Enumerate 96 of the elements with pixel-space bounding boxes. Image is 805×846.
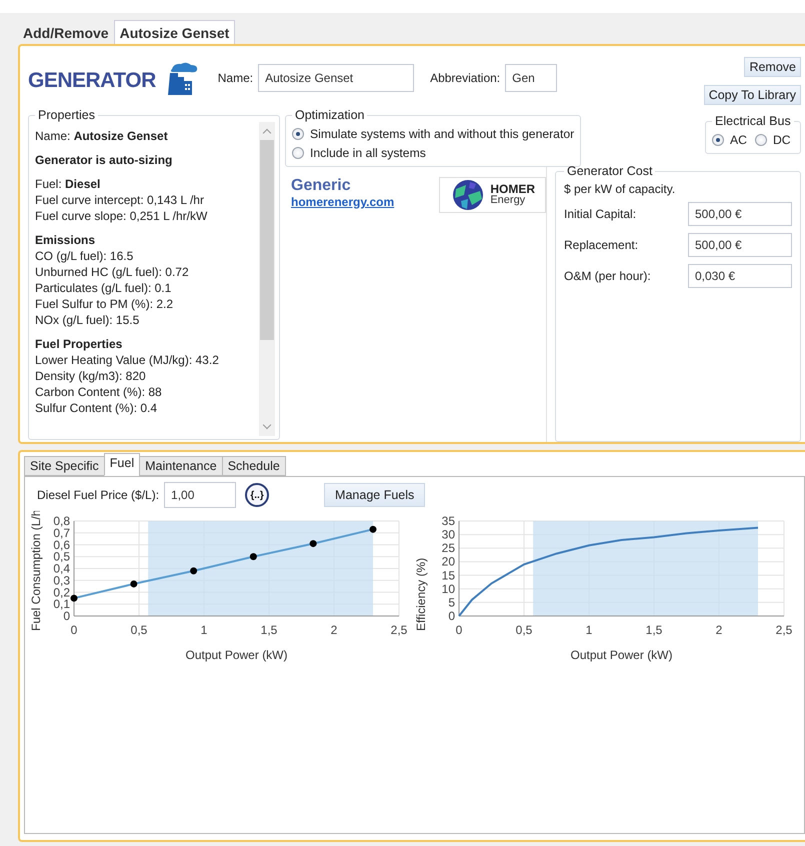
axis-title: Efficiency (%) bbox=[414, 558, 428, 631]
action-button[interactable]: Remove bbox=[744, 57, 801, 77]
field-label: Replacement: bbox=[564, 238, 638, 252]
property-line: Name: Autosize Genset bbox=[35, 128, 169, 144]
radio-button[interactable] bbox=[292, 147, 304, 159]
tick-label: 0,1 bbox=[53, 597, 70, 612]
logo-text: Energy bbox=[490, 195, 526, 206]
group-title: Properties bbox=[37, 108, 96, 122]
name-field[interactable]: Autosize Genset bbox=[258, 64, 414, 92]
tick-label: 0 bbox=[456, 623, 462, 637]
tab[interactable]: Add/Remove bbox=[18, 21, 114, 44]
field-label: Initial Capital: bbox=[564, 207, 636, 221]
property-line: Fuel curve intercept: 0,143 L /hr bbox=[35, 192, 205, 208]
radio-button[interactable] bbox=[754, 134, 767, 146]
tick-label: 1,5 bbox=[646, 623, 662, 637]
group-title: Electrical Bus bbox=[714, 114, 792, 128]
tab[interactable]: Site Specific bbox=[24, 456, 105, 476]
property-line: Lower Heating Value (MJ/kg): 43.2 bbox=[35, 352, 220, 368]
group-title: Optimization bbox=[294, 108, 366, 122]
abbreviation-field[interactable]: Gen bbox=[505, 64, 558, 92]
tab[interactable]: Autosize Genset bbox=[114, 20, 236, 44]
logo-text: HOMER bbox=[490, 184, 535, 195]
radio-label[interactable]: Include in all systems bbox=[310, 146, 426, 160]
section-heading: Fuel Properties bbox=[35, 336, 124, 352]
fuel-price-field[interactable]: 1,00 bbox=[164, 482, 236, 508]
data-point bbox=[70, 594, 78, 602]
tick-label: 0 bbox=[63, 609, 70, 623]
tick-label: 25 bbox=[442, 541, 455, 556]
radio-button[interactable] bbox=[712, 134, 724, 146]
tick-label: 0,3 bbox=[53, 573, 70, 588]
tick-label: 0,5 bbox=[516, 623, 532, 637]
tick-label: 30 bbox=[442, 528, 455, 542]
data-point bbox=[310, 540, 317, 548]
tick-label: 2 bbox=[716, 623, 722, 637]
globe-icon bbox=[452, 179, 484, 211]
tick-label: 5 bbox=[448, 595, 455, 610]
tick-label: 0 bbox=[70, 623, 78, 637]
tick-label: 35 bbox=[442, 514, 455, 528]
cost-note: $ per kW of capacity. bbox=[564, 182, 676, 196]
axis-title: Output Power (kW) bbox=[185, 648, 288, 662]
tick-label: 0 bbox=[448, 609, 455, 623]
tick-label: 1 bbox=[200, 623, 208, 637]
tick-label: 0,8 bbox=[53, 514, 70, 528]
property-line: CO (g/L fuel): 16.5 bbox=[35, 248, 134, 264]
tick-label: 2,5 bbox=[390, 623, 408, 637]
data-point bbox=[190, 567, 198, 574]
section-heading: Emissions bbox=[35, 232, 96, 248]
tick-label: 1,5 bbox=[260, 623, 278, 637]
field-label: Abbreviation: bbox=[430, 71, 500, 85]
data-point bbox=[250, 553, 257, 560]
tab[interactable]: Maintenance bbox=[139, 456, 223, 476]
property-line: Particulates (g/L fuel): 0.1 bbox=[35, 280, 172, 296]
radio-label[interactable]: DC bbox=[772, 133, 791, 147]
property-line: NOx (g/L fuel): 15.5 bbox=[35, 312, 140, 328]
group-title: Generator Cost bbox=[566, 164, 654, 178]
radio-label[interactable]: Simulate systems with and without this generator bbox=[310, 127, 574, 141]
scrollbar[interactable] bbox=[259, 122, 275, 436]
property-line: Carbon Content (%): 88 bbox=[35, 384, 163, 400]
tick-label: 15 bbox=[442, 568, 455, 582]
axis-title: Output Power (kW) bbox=[570, 648, 673, 662]
radio-button[interactable] bbox=[292, 128, 304, 140]
tick-label: 20 bbox=[442, 554, 455, 569]
radio-label[interactable]: AC bbox=[730, 133, 747, 147]
cost-field[interactable]: 500,00 € bbox=[688, 202, 792, 226]
property-line: Fuel Sulfur to PM (%): 2.2 bbox=[35, 296, 174, 312]
field-label: O&M (per hour): bbox=[564, 269, 651, 283]
tick-label: 0,5 bbox=[130, 623, 148, 637]
action-button[interactable]: Copy To Library bbox=[704, 85, 801, 105]
field-label: Diesel Fuel Price ($/L): bbox=[37, 488, 160, 502]
section-heading: Generator is auto-sizing bbox=[35, 152, 174, 168]
cost-field[interactable]: 0,030 € bbox=[688, 264, 792, 288]
property-line: Sulfur Content (%): 0.4 bbox=[35, 400, 158, 416]
data-point bbox=[130, 580, 138, 588]
tick-label: 0,5 bbox=[53, 550, 70, 564]
sensitivity-button[interactable]: {..} bbox=[245, 483, 270, 507]
website-link[interactable]: homerenergy.com bbox=[291, 195, 394, 209]
tick-label: 0,4 bbox=[53, 562, 70, 576]
tick-label: 10 bbox=[442, 582, 455, 596]
property-line: Unburned HC (g/L fuel): 0.72 bbox=[35, 264, 190, 280]
property-line: Density (kg/m3): 820 bbox=[35, 368, 147, 384]
tick-label: 2,5 bbox=[776, 623, 792, 637]
manufacturer-name: Generic bbox=[291, 177, 351, 195]
cost-field[interactable]: 500,00 € bbox=[688, 233, 792, 257]
field-label: Name: bbox=[218, 71, 254, 85]
property-line: Fuel curve slope: 0,251 L /hr/kW bbox=[35, 208, 208, 224]
tick-label: 0,6 bbox=[53, 538, 70, 552]
tab[interactable]: Fuel bbox=[104, 453, 140, 476]
tab[interactable]: Schedule bbox=[222, 456, 286, 476]
property-line: Fuel: Diesel bbox=[35, 176, 102, 192]
tick-label: 2 bbox=[330, 623, 338, 637]
tick-label: 0,2 bbox=[53, 585, 70, 600]
tick-label: 1 bbox=[586, 623, 592, 637]
manage-fuels-button[interactable]: Manage Fuels bbox=[324, 483, 426, 507]
component-title: GENERATOR bbox=[28, 69, 156, 93]
data-point bbox=[370, 526, 376, 533]
tick-label: 0,7 bbox=[53, 526, 70, 540]
